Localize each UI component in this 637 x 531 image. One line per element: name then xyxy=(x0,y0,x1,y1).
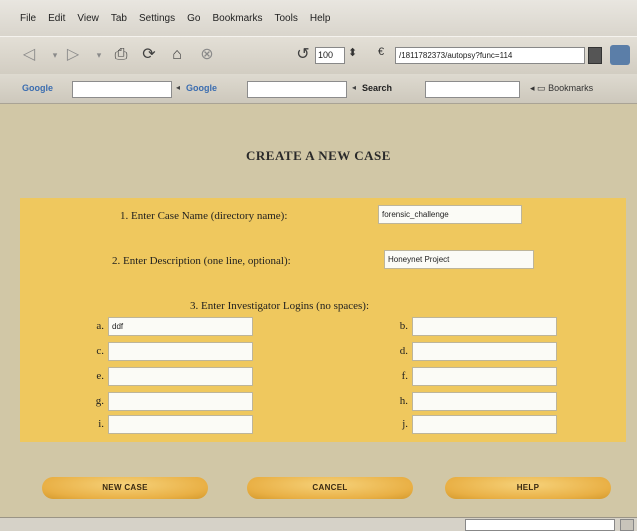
description-input[interactable]: Honeynet Project xyxy=(384,250,534,269)
site-icon: € xyxy=(378,46,385,58)
investigators-label: 3. Enter Investigator Logins (no spaces)… xyxy=(190,300,370,312)
menu-view[interactable]: View xyxy=(77,13,99,24)
google-logo-2: Google xyxy=(186,83,217,93)
case-name-input[interactable]: forensic_challenge xyxy=(378,205,522,224)
zoom-field[interactable]: 100 xyxy=(315,47,345,64)
menu-settings[interactable]: Settings xyxy=(139,13,175,24)
search-arrow-icon-1[interactable]: ◂ xyxy=(176,83,180,92)
url-dropdown-button[interactable] xyxy=(588,47,602,64)
investigator-i-input[interactable] xyxy=(108,415,253,434)
letter-b: b. xyxy=(399,320,408,332)
page-title: CREATE A NEW CASE xyxy=(246,148,391,163)
letter-a: a. xyxy=(96,320,104,332)
home-icon[interactable]: ⌂ xyxy=(166,45,188,65)
reload-icon[interactable]: ⟳ xyxy=(138,45,160,65)
forward-icon[interactable]: ▷ xyxy=(62,45,84,65)
letter-g: g. xyxy=(95,395,104,407)
investigator-d-input[interactable] xyxy=(412,342,557,361)
menu-help[interactable]: Help xyxy=(310,13,331,24)
forward-dropdown-icon[interactable]: ▾ xyxy=(88,45,110,65)
case-name-label: 1. Enter Case Name (directory name): xyxy=(120,210,288,222)
investigator-h-input[interactable] xyxy=(412,392,557,411)
cancel-button[interactable]: CANCEL xyxy=(247,477,413,499)
menu-file[interactable]: File xyxy=(20,13,36,24)
investigator-c-input[interactable] xyxy=(108,342,253,361)
arrow-icon: ◂ xyxy=(530,83,535,93)
url-input[interactable]: /1811782373/autopsy?func=114 xyxy=(395,47,585,64)
investigator-a-input[interactable]: ddf xyxy=(108,317,253,336)
letter-f: f. xyxy=(401,370,408,382)
stop-icon[interactable]: ⊗ xyxy=(196,45,218,65)
status-field xyxy=(465,519,615,531)
investigator-b-input[interactable] xyxy=(412,317,557,336)
letter-c: c. xyxy=(96,345,104,357)
bookmarks-label: Bookmarks xyxy=(548,83,594,93)
menu-edit[interactable]: Edit xyxy=(48,13,65,24)
investigator-e-input[interactable] xyxy=(108,367,253,386)
bookmarks-button[interactable]: ◂ ▭ Bookmarks xyxy=(530,83,593,94)
back-icon[interactable]: ◁ xyxy=(18,45,40,65)
letter-i: i. xyxy=(98,418,104,430)
help-button[interactable]: HELP xyxy=(445,477,611,499)
letter-d: d. xyxy=(399,345,408,357)
menu-bar: File Edit View Tab Settings Go Bookmarks… xyxy=(0,0,637,36)
folder-icon: ▭ xyxy=(537,83,546,93)
zoom-icon: ↺ xyxy=(296,46,310,63)
status-bar xyxy=(0,517,637,531)
page-content: CREATE A NEW CASE 1. Enter Case Name (di… xyxy=(0,104,637,517)
search-input-1[interactable] xyxy=(72,81,172,98)
resize-grip-icon[interactable] xyxy=(620,519,634,531)
go-icon[interactable] xyxy=(610,45,630,65)
search-arrow-icon-2[interactable]: ◂ xyxy=(352,83,356,92)
navigation-toolbar: ◁ ▾ ▷ ▾ ⎙ ⟳ ⌂ ⊗ ↺ 100 ⬍ € /1811782373/au… xyxy=(0,36,637,74)
google-logo-1: Google xyxy=(22,83,53,93)
investigator-g-input[interactable] xyxy=(108,392,253,411)
investigator-j-input[interactable] xyxy=(412,415,557,434)
print-icon[interactable]: ⎙ xyxy=(110,45,132,65)
case-form: 1. Enter Case Name (directory name): for… xyxy=(20,198,626,442)
zoom-stepper-icon[interactable]: ⬍ xyxy=(348,46,357,59)
menu-tab[interactable]: Tab xyxy=(111,13,127,24)
description-label: 2. Enter Description (one line, optional… xyxy=(112,255,291,267)
search-engine-logo-3: Search xyxy=(362,83,393,93)
menu-bookmarks[interactable]: Bookmarks xyxy=(212,13,262,24)
search-input-3[interactable] xyxy=(425,81,520,98)
letter-j: j. xyxy=(402,418,408,430)
letter-e: e. xyxy=(96,370,104,382)
menu-go[interactable]: Go xyxy=(187,13,200,24)
search-input-2[interactable] xyxy=(247,81,347,98)
letter-h: h. xyxy=(399,395,408,407)
new-case-button[interactable]: NEW CASE xyxy=(42,477,208,499)
search-toolbar: Google ◂ Google ◂ Search ◂ ▭ Bookmarks xyxy=(0,74,637,104)
menu-tools[interactable]: Tools xyxy=(274,13,297,24)
investigator-f-input[interactable] xyxy=(412,367,557,386)
